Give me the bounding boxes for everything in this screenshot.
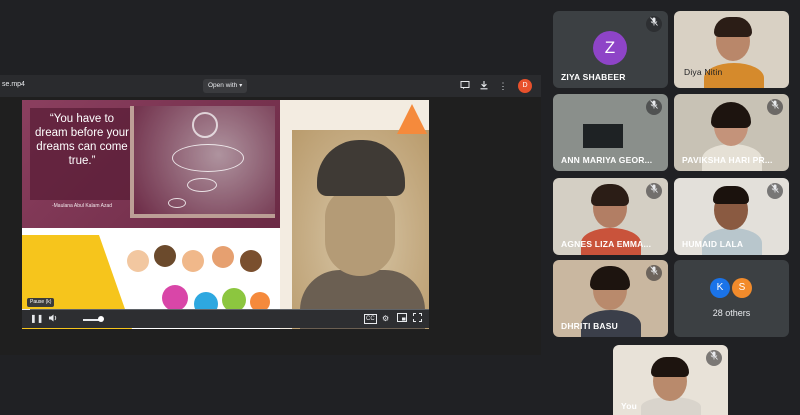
quote-author: -Maulana Abul Kalam Azad — [51, 203, 113, 209]
thought-cloud — [187, 178, 217, 192]
account-avatar[interactable]: D — [518, 79, 532, 93]
pause-tooltip: Pause (k) — [27, 298, 55, 307]
participant-name: You — [621, 401, 638, 411]
open-with-label: Open with — [208, 82, 238, 89]
captions-icon[interactable]: CC — [364, 314, 377, 324]
person-hair — [651, 357, 689, 377]
kid-figure — [240, 250, 262, 272]
thought-cloud — [168, 198, 186, 208]
others-count: 28 others — [712, 308, 751, 318]
letter-block — [162, 285, 188, 311]
participant-name: Diya Nitin — [684, 67, 723, 77]
participant-tile-humaid[interactable]: HUMAID LALA — [674, 178, 789, 255]
participant-tile-paviksha[interactable]: PAVIKSHA HARI PR... — [674, 94, 789, 171]
file-name: se.mp4 — [2, 81, 25, 88]
tv-background — [583, 124, 623, 148]
picture-in-picture-icon[interactable] — [397, 313, 407, 326]
volume-knob[interactable] — [98, 316, 104, 322]
viewer-toolbar: se.mp4 Open with ▾ ⋮ D — [0, 75, 541, 97]
mic-off-icon — [706, 350, 722, 366]
participant-name: HUMAID LALA — [682, 239, 744, 249]
meeting-stage: se.mp4 Open with ▾ ⋮ D “You have to dream… — [0, 0, 800, 415]
participant-tile-diya[interactable]: Diya Nitin — [674, 11, 789, 88]
fullscreen-icon[interactable] — [413, 313, 422, 326]
mic-off-icon — [646, 16, 662, 32]
kid-figure — [127, 250, 149, 272]
chevron-down-icon: ▾ — [239, 83, 243, 89]
avatar: S — [732, 278, 752, 298]
kid-figure — [212, 246, 234, 268]
person-hair — [714, 17, 752, 37]
comment-icon[interactable] — [459, 80, 471, 92]
participant-name: DHRITI BASU — [561, 321, 618, 331]
participant-name: ZIYA SHABEER — [561, 72, 626, 82]
kid-figure — [182, 250, 204, 272]
mic-off-icon — [646, 265, 662, 281]
avatar: Z — [593, 31, 627, 65]
download-icon[interactable] — [478, 80, 490, 92]
participant-tile-ann[interactable]: ANN MARIYA GEOR... — [553, 94, 668, 171]
pause-icon[interactable]: ❚❚ — [30, 313, 43, 325]
person-hair — [713, 186, 749, 204]
participant-tile-ziya[interactable]: Z ZIYA SHABEER — [553, 11, 668, 88]
participant-name: PAVIKSHA HARI PR... — [682, 155, 773, 165]
lightbulb-icon — [192, 112, 218, 138]
gear-icon[interactable]: ⚙ — [382, 313, 389, 325]
more-vert-icon[interactable]: ⋮ — [497, 80, 509, 92]
person-hair — [711, 102, 751, 128]
participant-name: ANN MARIYA GEOR... — [561, 155, 653, 165]
person-hair — [590, 266, 630, 290]
mic-off-icon — [767, 99, 783, 115]
video-controls: ❚❚ CC ⚙ — [22, 310, 429, 328]
mic-off-icon — [646, 183, 662, 199]
participant-tile-dhriti[interactable]: DHRITI BASU — [553, 260, 668, 337]
person-hair — [591, 184, 629, 206]
avatar: K — [710, 278, 730, 298]
volume-icon[interactable] — [48, 313, 58, 327]
participant-name: AGNES LIZA EMMA... — [561, 239, 652, 249]
chalkboard-image: “You have to dream before your dreams ca… — [22, 100, 280, 228]
kid-figure — [154, 245, 176, 267]
others-tile[interactable]: K S 28 others — [674, 260, 789, 337]
video-frame[interactable]: “You have to dream before your dreams ca… — [22, 100, 429, 329]
quote-text: “You have to dream before your dreams ca… — [35, 113, 129, 167]
participant-tile-self[interactable]: You — [613, 345, 728, 415]
mic-off-icon — [767, 183, 783, 199]
participant-tile-agnes[interactable]: AGNES LIZA EMMA... — [553, 178, 668, 255]
thought-cloud — [172, 144, 244, 172]
mic-off-icon — [646, 99, 662, 115]
portrait-face — [325, 188, 395, 276]
open-with-button[interactable]: Open with ▾ — [203, 79, 248, 93]
